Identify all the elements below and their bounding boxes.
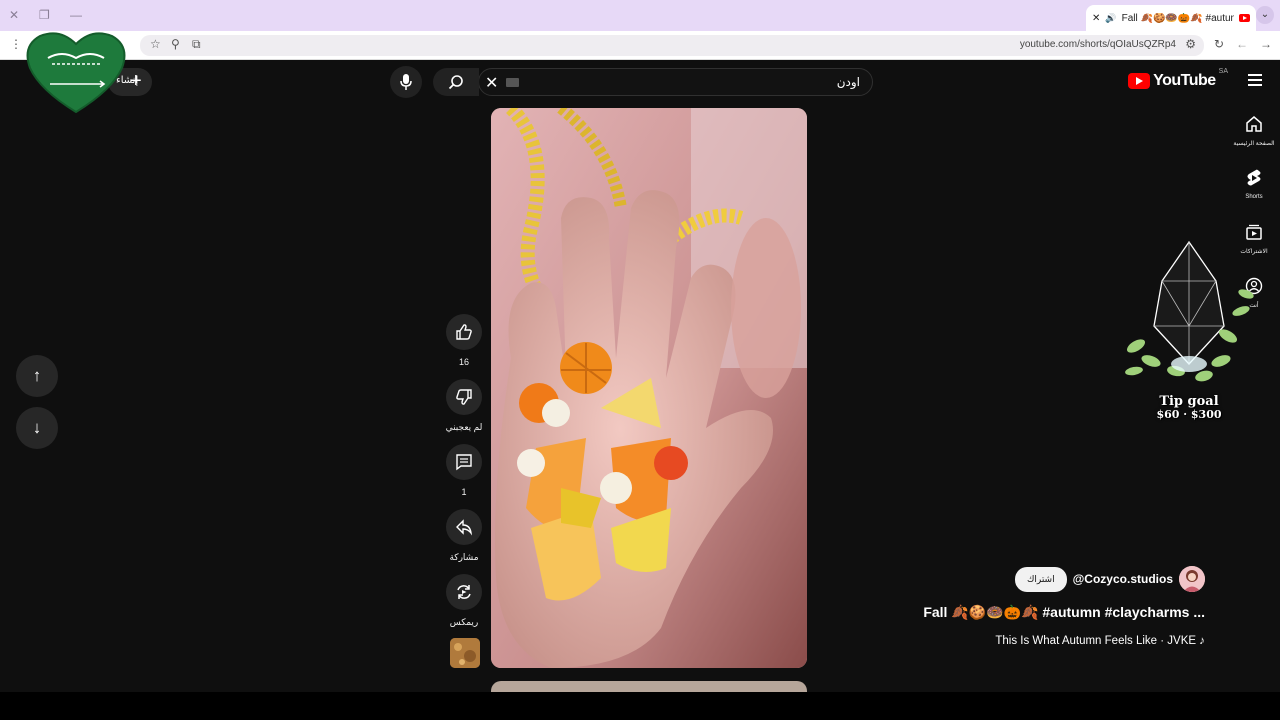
country-code: SA [1218, 68, 1228, 75]
like-count: 16 [458, 357, 469, 367]
tab-title: Fall 🍂🍪🍩🎃🍂 #autumn [1121, 12, 1234, 24]
bookmark-star-icon[interactable]: ☆ [150, 37, 161, 51]
video-title[interactable]: Fall 🍂🍪🍩🎃🍂 #autumn #claycharms ... [923, 604, 1205, 621]
window-close-icon[interactable]: ✕ [9, 8, 19, 22]
crystal-icon [1125, 240, 1254, 382]
tab-search-chevron-icon[interactable]: ⌄ [1256, 6, 1274, 24]
window-minimize-icon[interactable]: — [70, 8, 82, 22]
subscribe-button[interactable]: اشتراك [1014, 566, 1067, 592]
reload-icon[interactable]: ↻ [1214, 37, 1224, 51]
previous-video-button[interactable]: ↑ [16, 355, 58, 397]
forward-icon[interactable]: ← [1236, 37, 1248, 51]
dislike-button[interactable]: لم يعجبني [444, 379, 484, 433]
site-settings-icon[interactable]: ⚙ [1185, 37, 1196, 51]
comment-count: 1 [461, 487, 467, 497]
flag-heart-sticker [26, 32, 126, 114]
plus-icon: + [130, 70, 142, 92]
browser-tab-active[interactable]: ✕ 🔊 Fall 🍂🍪🍩🎃🍂 #autumn [1086, 5, 1256, 31]
url-text[interactable]: youtube.com/shorts/qOIaUsQZRp4 [1020, 39, 1176, 50]
next-video-preview[interactable] [491, 681, 807, 692]
thumbs-down-icon [456, 389, 472, 405]
comments-circle[interactable] [446, 444, 482, 480]
window-restore-icon[interactable]: ❐ [39, 8, 50, 22]
thumbs-up-icon [456, 324, 472, 340]
like-button[interactable]: 16 [444, 314, 484, 367]
arrow-up-icon: ↑ [32, 366, 42, 385]
back-icon[interactable]: → [1260, 37, 1272, 51]
comments-button[interactable]: 1 [444, 444, 484, 497]
dislike-label: لم يعجبني [445, 422, 483, 432]
tip-goal-title: Tip goal [1159, 394, 1219, 409]
share-icon [456, 519, 473, 536]
tip-goal-overlay: Tip goal $60 · $300 [1116, 236, 1262, 426]
tip-goal-amount: $60 · $300 [1156, 408, 1222, 421]
sidebar-item-shorts[interactable]: Shorts [1228, 169, 1280, 223]
sidebar-item-label: الصفحة الرئيسية [1233, 141, 1275, 147]
remix-circle[interactable] [446, 574, 482, 610]
browser-tab-strip: ✕ ❐ — + ✕ 🔊 Fall 🍂🍪🍩🎃🍂 #autumn ⌄ [0, 0, 1280, 31]
keyboard-icon[interactable] [506, 78, 519, 87]
install-app-icon[interactable]: ⧉ [192, 37, 201, 52]
zoom-icon[interactable]: ⚲ [171, 37, 180, 51]
search-button[interactable] [433, 68, 479, 96]
youtube-play-icon [1128, 73, 1151, 89]
music-link[interactable]: This Is What Autumn Feels Like · JVKE ♪ [995, 635, 1205, 647]
remix-label: ريمكس [449, 617, 479, 627]
share-button[interactable]: مشاركة [444, 509, 484, 563]
taskbar-strip [0, 692, 1280, 720]
dislike-circle[interactable] [446, 379, 482, 415]
menu-dots-icon[interactable]: ⋮ [10, 37, 22, 51]
comment-icon [456, 454, 472, 471]
share-label: مشاركة [449, 552, 479, 562]
sidebar-item-label: Shorts [1245, 194, 1263, 200]
address-bar: ⋮ ☆ ⚲ ⧉ youtube.com/shorts/qOIaUsQZRp4 ⚙… [0, 31, 1280, 60]
avatar-image [1179, 566, 1205, 592]
sound-thumbnail[interactable] [450, 638, 480, 668]
tab-close-icon[interactable]: ✕ [1092, 13, 1100, 24]
share-circle[interactable] [446, 509, 482, 545]
next-video-button[interactable]: ↓ [16, 407, 58, 449]
arrow-down-icon: ↓ [32, 418, 42, 437]
channel-name[interactable]: @Cozyco.studios [1073, 572, 1173, 586]
voice-search-button[interactable] [390, 66, 422, 98]
tab-favicon-icon [1239, 14, 1250, 22]
sidebar-item-home[interactable]: الصفحة الرئيسية [1228, 115, 1280, 169]
youtube-logo-text: YouTube [1153, 72, 1216, 89]
clear-search-icon[interactable]: ✕ [485, 73, 498, 93]
shorts-icon [1247, 169, 1261, 186]
video-frame [491, 108, 807, 668]
remix-button[interactable]: ريمكس [444, 574, 484, 628]
sound-thumbnail-image [450, 638, 480, 668]
youtube-shorts-page: YouTube SA اودن ✕ إنشاء + الصفحة الرئيسي… [0, 60, 1280, 692]
tab-audio-icon: 🔊 [1105, 12, 1117, 23]
channel-row: اشتراك @Cozyco.studios [1014, 566, 1205, 592]
remix-icon [457, 585, 471, 599]
like-circle[interactable] [446, 314, 482, 350]
avatar[interactable] [1179, 566, 1205, 592]
youtube-logo[interactable]: YouTube SA [1128, 68, 1228, 90]
home-icon [1246, 116, 1262, 132]
shorts-video-player[interactable] [491, 108, 807, 668]
search-query[interactable]: اودن [837, 75, 860, 89]
microphone-icon [400, 74, 412, 90]
search-icon [448, 75, 463, 90]
hamburger-menu-icon[interactable] [1248, 74, 1262, 89]
search-box[interactable]: اودن ✕ [478, 68, 873, 96]
